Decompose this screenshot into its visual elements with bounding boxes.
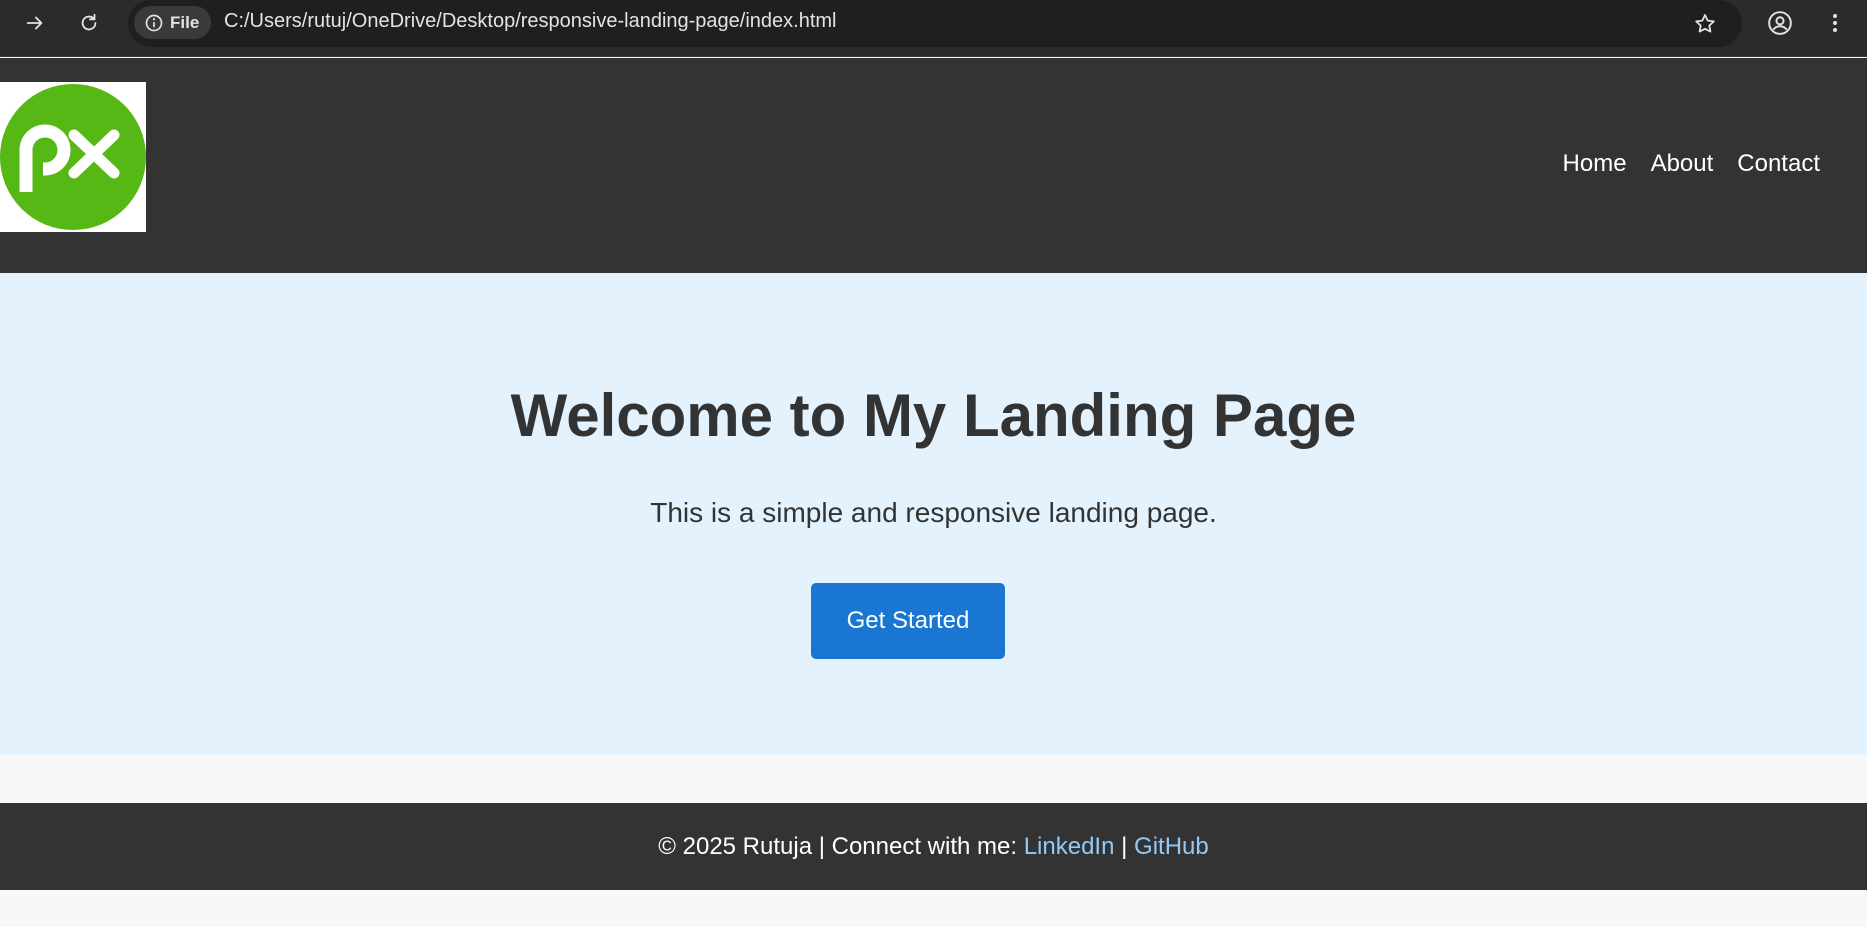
- footer-copyright: © 2025 Rutuja | Connect with me:: [658, 832, 1024, 860]
- get-started-button[interactable]: Get Started: [811, 583, 1005, 659]
- url-text[interactable]: C:/Users/rutuj/OneDrive/Desktop/responsi…: [224, 10, 837, 33]
- more-vert-icon: [1833, 14, 1837, 32]
- site-info-chip[interactable]: File: [134, 6, 212, 39]
- px-logo-icon: [0, 84, 146, 230]
- logo: [0, 82, 146, 232]
- arrow-right-icon: [26, 16, 43, 30]
- browser-menu-button[interactable]: [1818, 6, 1852, 40]
- site-footer: © 2025 Rutuja | Connect with me: LinkedI…: [0, 803, 1867, 890]
- nav-about[interactable]: About: [1651, 150, 1714, 178]
- forward-button[interactable]: [18, 6, 52, 40]
- reload-icon: [81, 13, 97, 31]
- browser-toolbar: File C:/Users/rutuj/OneDrive/Desktop/res…: [0, 0, 1867, 57]
- hero-title: Welcome to My Landing Page: [510, 382, 1357, 449]
- address-bar[interactable]: File C:/Users/rutuj/OneDrive/Desktop/res…: [128, 0, 1742, 47]
- site-header: Home About Contact: [0, 58, 1867, 273]
- github-link[interactable]: GitHub: [1134, 833, 1209, 861]
- reload-button[interactable]: [72, 6, 106, 40]
- footer-separator: |: [1114, 832, 1135, 860]
- star-icon: [1695, 14, 1715, 33]
- main-nav: Home About Contact: [1563, 150, 1820, 178]
- profile-button[interactable]: [1763, 6, 1797, 40]
- account-icon: [1768, 11, 1792, 35]
- hero-subtitle: This is a simple and responsive landing …: [650, 497, 1217, 528]
- site-chip-label: File: [170, 12, 200, 32]
- linkedin-link[interactable]: LinkedIn: [1024, 833, 1115, 861]
- bookmark-button[interactable]: [1688, 7, 1722, 41]
- nav-home[interactable]: Home: [1563, 150, 1627, 178]
- info-icon: [145, 14, 163, 31]
- nav-contact[interactable]: Contact: [1737, 150, 1820, 178]
- hero-section: Welcome to My Landing Page This is a sim…: [0, 273, 1867, 755]
